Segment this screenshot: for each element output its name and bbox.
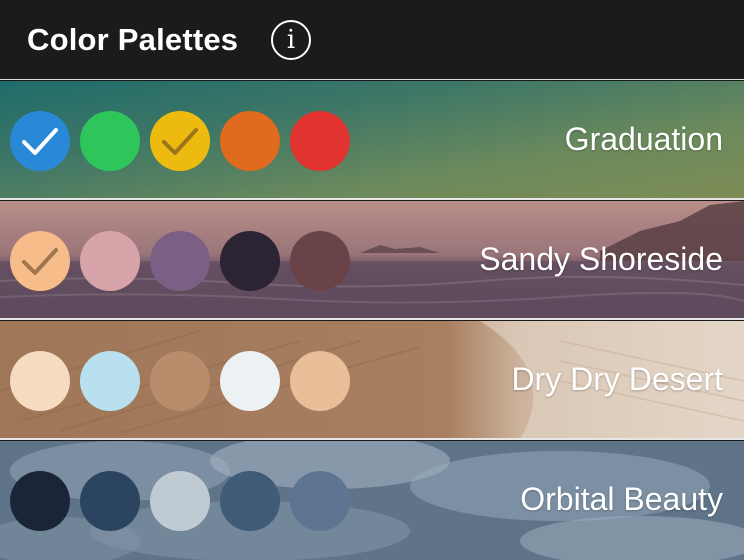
palette-row-orbital-beauty[interactable]: Orbital Beauty [0, 441, 744, 560]
color-swatch[interactable] [220, 231, 280, 291]
color-swatch[interactable] [10, 351, 70, 411]
palette-name: Graduation [564, 121, 723, 157]
color-swatch[interactable] [80, 351, 140, 411]
color-swatch[interactable] [220, 471, 280, 531]
checkmark-icon [162, 128, 198, 155]
checkmark-icon [22, 128, 58, 155]
color-swatch[interactable] [220, 351, 280, 411]
color-swatch[interactable] [10, 471, 70, 531]
color-swatch[interactable] [80, 231, 140, 291]
palette-row-graduation[interactable]: Graduation [0, 81, 744, 199]
color-swatch[interactable] [80, 471, 140, 531]
palette-row-sandy-shoreside[interactable]: Sandy Shoreside [0, 201, 744, 319]
row-divider [0, 318, 744, 320]
row-divider [0, 198, 744, 200]
color-swatch[interactable] [220, 111, 280, 171]
color-swatch[interactable] [150, 351, 210, 411]
info-icon[interactable]: i [271, 20, 311, 60]
palette-name: Dry Dry Desert [511, 361, 723, 397]
palette-row-dry-dry-desert[interactable]: Dry Dry Desert [0, 321, 744, 439]
row-divider [0, 438, 744, 440]
color-swatch[interactable] [150, 111, 210, 171]
color-swatch[interactable] [290, 471, 350, 531]
palette-name: Sandy Shoreside [479, 241, 723, 277]
page-title: Color Palettes [27, 22, 239, 57]
color-swatch[interactable] [80, 111, 140, 171]
color-swatch[interactable] [290, 231, 350, 291]
color-swatch[interactable] [150, 231, 210, 291]
checkmark-icon [22, 248, 58, 275]
color-swatch[interactable] [150, 471, 210, 531]
color-swatch[interactable] [10, 231, 70, 291]
color-swatch[interactable] [10, 111, 70, 171]
nav-bar: Color Palettes i [0, 0, 744, 80]
color-swatch[interactable] [290, 111, 350, 171]
palette-name: Orbital Beauty [520, 481, 723, 517]
color-swatch[interactable] [290, 351, 350, 411]
